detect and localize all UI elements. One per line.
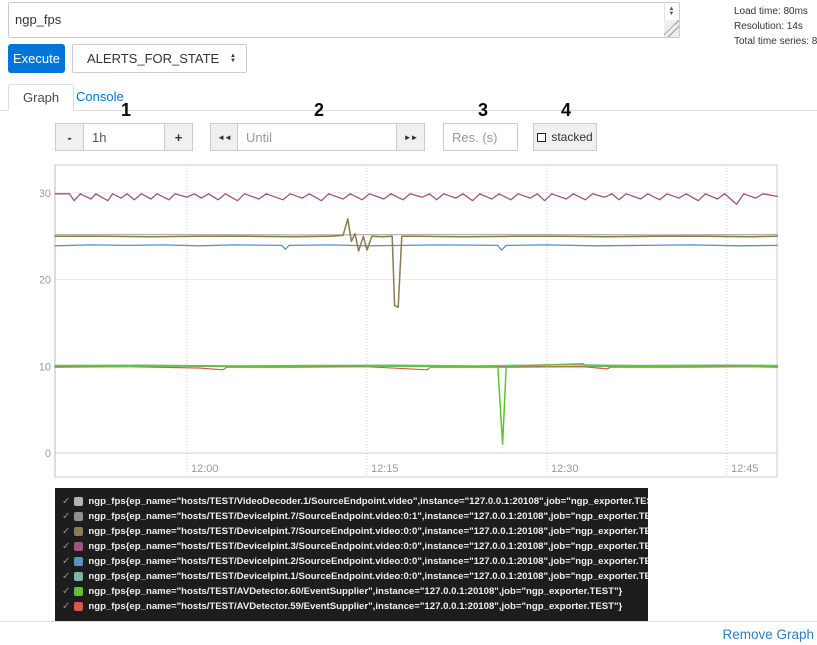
legend-check-icon: ✓ xyxy=(62,525,71,537)
y-tick-label: 10 xyxy=(40,361,51,373)
x-tick-label: 12:45 xyxy=(731,463,759,475)
tab-console[interactable]: Console xyxy=(76,84,124,111)
prometheus-graph-page: ngp_fps ▲ ▼ Load time: 80ms Resolution: 1… xyxy=(0,0,817,645)
query-input-side-column: ▲ ▼ xyxy=(664,3,679,37)
legend-row[interactable]: ✓ ngp_fps{ep_name="hosts/TEST/DeviceIpint… xyxy=(62,554,648,569)
legend-row[interactable]: ✓ ngp_fps{ep_name="hosts/TEST/AVDetector.… xyxy=(62,584,648,599)
tab-graph[interactable]: Graph xyxy=(8,84,75,111)
until-input[interactable] xyxy=(237,123,397,151)
legend-row[interactable]: ✓ ngp_fps{ep_name="hosts/TEST/DeviceIpint… xyxy=(62,524,648,539)
legend-series-label: ngp_fps{ep_name="hosts/TEST/AVDetector.6… xyxy=(88,586,623,597)
legend-series-label: ngp_fps{ep_name="hosts/TEST/DeviceIpint.… xyxy=(88,511,648,522)
stat-total-series: Total time series: 8 xyxy=(734,36,817,47)
query-expression-box: ngp_fps ▲ ▼ xyxy=(8,2,680,38)
resolution-input[interactable] xyxy=(443,123,518,151)
forward-button[interactable]: ►► xyxy=(396,123,425,151)
dropdown-caret-icon: ▲ ▼ xyxy=(230,52,236,64)
stacked-label: stacked xyxy=(551,130,593,144)
range-increase-button[interactable]: + xyxy=(164,123,193,151)
legend-series-swatch xyxy=(74,512,84,521)
legend-check-icon: ✓ xyxy=(62,570,71,582)
legend-series-label: ngp_fps{ep_name="hosts/TEST/VideoDecoder… xyxy=(88,496,648,507)
stacked-checkbox-icon xyxy=(537,132,547,142)
insert-metric-dropdown-value: ALERTS_FOR_STATE xyxy=(87,51,220,66)
legend-series-label: ngp_fps{ep_name="hosts/TEST/DeviceIpint.… xyxy=(88,541,648,552)
legend-check-icon: ✓ xyxy=(62,495,71,507)
legend-series-label: ngp_fps{ep_name="hosts/TEST/AVDetector.5… xyxy=(88,601,623,612)
stat-load-time: Load time: 80ms xyxy=(734,6,808,17)
legend-check-icon: ✓ xyxy=(62,540,71,552)
legend-series-swatch xyxy=(74,542,84,551)
stat-resolution: Resolution: 14s xyxy=(734,21,803,32)
range-input[interactable] xyxy=(83,123,165,151)
legend-row[interactable]: ✓ ngp_fps{ep_name="hosts/TEST/AVDetector.… xyxy=(62,599,648,614)
legend-row[interactable]: ✓ ngp_fps{ep_name="hosts/TEST/DeviceIpint… xyxy=(62,509,648,524)
query-expression-input[interactable]: ngp_fps xyxy=(9,3,664,37)
resize-grip-icon[interactable] xyxy=(664,20,679,37)
legend-series-swatch xyxy=(74,497,84,506)
rewind-button[interactable]: ◄◄ xyxy=(210,123,238,151)
legend: ✓ ngp_fps{ep_name="hosts/TEST/VideoDecode… xyxy=(55,488,648,621)
forward-icon: ►► xyxy=(403,132,419,142)
annotation-4: 4 xyxy=(561,100,572,120)
legend-row[interactable]: ✓ ngp_fps{ep_name="hosts/TEST/VideoDecode… xyxy=(62,494,648,509)
legend-series-swatch xyxy=(74,572,84,581)
legend-series-swatch xyxy=(74,602,84,611)
stacked-toggle[interactable]: stacked xyxy=(533,123,597,151)
fps-chart-svg[interactable]: 0 10 20 30 12:00 12:15 12:30 12:45 xyxy=(40,158,780,484)
legend-row[interactable]: ✓ ngp_fps{ep_name="hosts/TEST/DeviceIpint… xyxy=(62,569,648,584)
range-decrease-button[interactable]: - xyxy=(55,123,84,151)
legend-series-swatch xyxy=(74,527,84,536)
legend-check-icon: ✓ xyxy=(62,585,71,597)
execute-button[interactable]: Execute xyxy=(8,44,65,73)
legend-check-icon: ✓ xyxy=(62,600,71,612)
x-tick-label: 12:00 xyxy=(191,463,219,475)
insert-metric-dropdown[interactable]: ALERTS_FOR_STATE ▲ ▼ xyxy=(72,44,247,73)
legend-series-label: ngp_fps{ep_name="hosts/TEST/DeviceIpint.… xyxy=(88,556,648,567)
legend-series-swatch xyxy=(74,557,84,566)
plot-area[interactable] xyxy=(54,164,778,478)
y-tick-label: 30 xyxy=(40,188,51,200)
legend-check-icon: ✓ xyxy=(62,510,71,522)
legend-row[interactable]: ✓ ngp_fps{ep_name="hosts/TEST/DeviceIpint… xyxy=(62,539,648,554)
annotation-3: 3 xyxy=(478,100,489,120)
query-stats: Load time: 80ms Resolution: 14s Total ti… xyxy=(734,4,817,49)
legend-series-swatch xyxy=(74,587,84,596)
annotation-1: 1 xyxy=(121,100,132,120)
legend-check-icon: ✓ xyxy=(62,555,71,567)
x-tick-label: 12:15 xyxy=(371,463,399,475)
annotation-2: 2 xyxy=(314,100,325,120)
y-tick-label: 0 xyxy=(45,448,51,460)
legend-series-label: ngp_fps{ep_name="hosts/TEST/DeviceIpint.… xyxy=(88,571,648,582)
x-tick-label: 12:30 xyxy=(551,463,579,475)
y-tick-label: 20 xyxy=(40,275,51,287)
remove-graph-link[interactable]: Remove Graph xyxy=(722,627,814,642)
legend-series-label: ngp_fps{ep_name="hosts/TEST/DeviceIpint.… xyxy=(88,526,648,537)
panel-divider xyxy=(0,621,817,622)
spinner-updown-icon[interactable]: ▲ ▼ xyxy=(665,4,678,20)
rewind-icon: ◄◄ xyxy=(217,132,232,142)
